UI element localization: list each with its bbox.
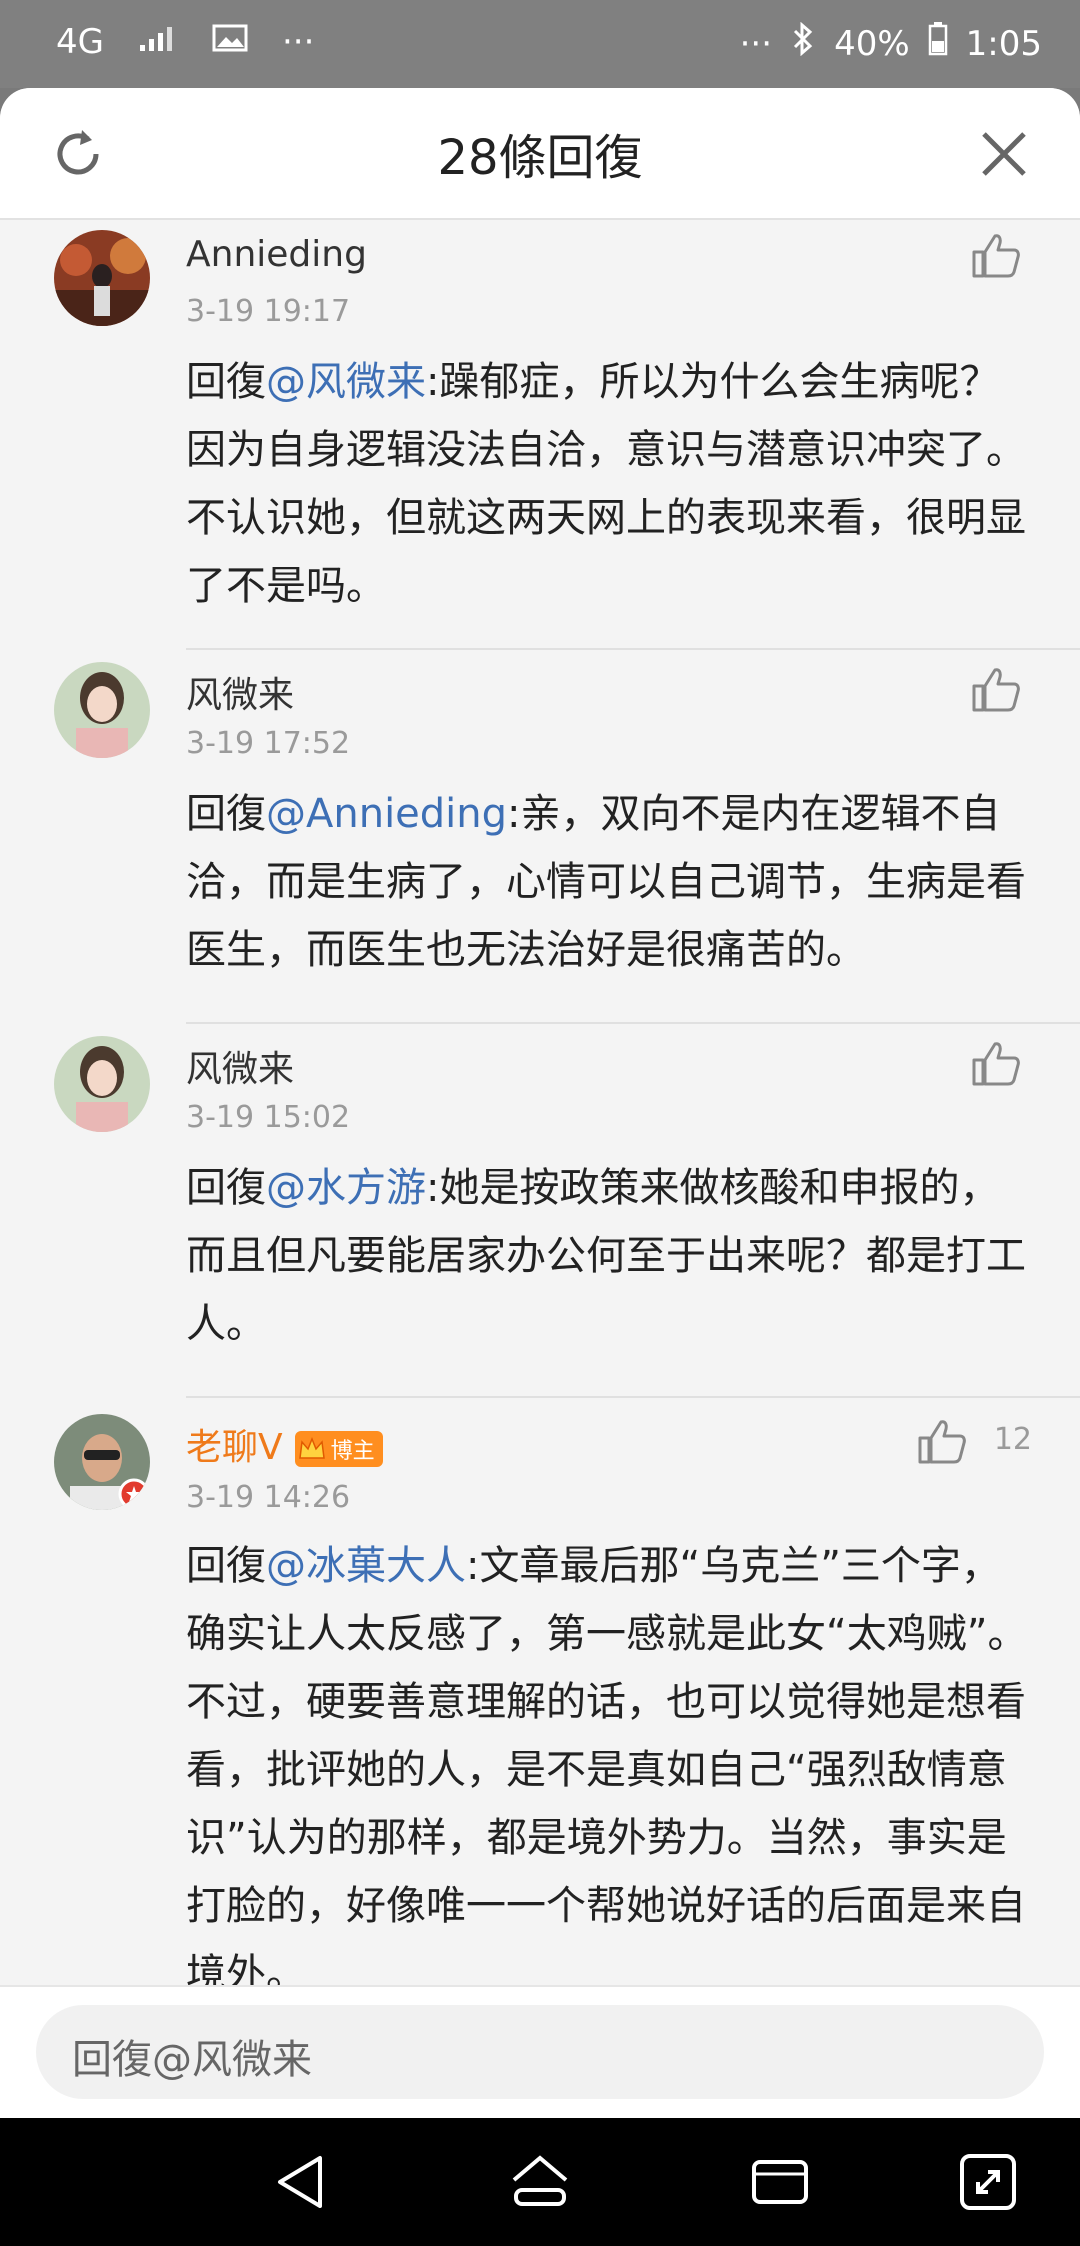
- avatar[interactable]: [54, 230, 150, 326]
- comment-text: 回復@Annieding:亲，双向不是内在逻辑不自洽，而是生病了，心情可以自己调…: [186, 780, 1032, 984]
- author-name-text[interactable]: 老聊V: [186, 1427, 283, 1468]
- thumbs-up-icon[interactable]: [916, 1416, 968, 1468]
- close-icon[interactable]: [976, 126, 1032, 182]
- comment-text: 回復@冰菓大人:文章最后那“乌克兰”三个字，确实让人太反感了，第一感就是此女“太…: [186, 1532, 1032, 2008]
- system-nav-bar: [0, 2118, 1080, 2246]
- thumbs-up-icon[interactable]: [970, 1038, 1022, 1090]
- author-name[interactable]: 风微来: [186, 1040, 294, 1092]
- comment-content: :文章最后那“乌克兰”三个字，确实让人太反感了，第一感就是此女“太鸡贼”。不过，…: [186, 1543, 1028, 1997]
- more-status: ···: [739, 23, 773, 64]
- author-name[interactable]: 风微来: [186, 666, 294, 718]
- reply-input-bar: 回復@风微来: [0, 1985, 1080, 2120]
- badge-label: 博主: [330, 1439, 375, 1464]
- comment-time: 3-19 14:26: [186, 1480, 351, 1515]
- battery-level: 40%: [834, 23, 910, 64]
- avatar[interactable]: [54, 662, 150, 758]
- mention-link[interactable]: @风微来: [266, 359, 426, 405]
- network-type: 4G: [56, 22, 104, 62]
- status-bar: 4G ··· ··· 40% 1:05: [0, 0, 1080, 88]
- thumbs-up-icon[interactable]: [970, 664, 1022, 716]
- reply-prefix: 回復: [186, 359, 266, 405]
- mention-link[interactable]: @冰菓大人: [266, 1543, 466, 1589]
- sheet-header: 28條回復: [0, 88, 1080, 220]
- reply-input[interactable]: 回復@风微来: [36, 2005, 1044, 2099]
- reply-prefix: 回復: [186, 791, 266, 837]
- author-name[interactable]: Annieding: [186, 234, 367, 275]
- reply-prefix: 回復: [186, 1165, 266, 1211]
- replies-sheet: 28條回復 Annieding 3-19 19:17 回復@风微来:躁郁症，所以…: [0, 88, 1080, 2118]
- comment-text: 回復@风微来:躁郁症，所以为什么会生病呢？因为自身逻辑没法自洽，意识与潜意识冲突…: [186, 348, 1032, 620]
- comment-time: 3-19 15:02: [186, 1100, 351, 1135]
- home-icon[interactable]: [508, 2150, 572, 2214]
- comment-list[interactable]: Annieding 3-19 19:17 回復@风微来:躁郁症，所以为什么会生病…: [0, 220, 1080, 2070]
- avatar[interactable]: [54, 1036, 150, 1132]
- thumbs-up-icon[interactable]: [970, 230, 1022, 282]
- reply-input-placeholder: 回復@风微来: [72, 2037, 312, 2083]
- avatar[interactable]: [54, 1414, 150, 1510]
- sheet-title: 28條回復: [437, 130, 643, 186]
- mention-link[interactable]: @水方游: [266, 1165, 426, 1211]
- mention-link[interactable]: @Annieding: [266, 791, 507, 837]
- more-notifications: ···: [281, 22, 315, 62]
- comment-text: 回復@水方游:她是按政策来做核酸和申报的，而且但凡要能居家办公何至于出来呢？都是…: [186, 1154, 1032, 1358]
- comment-item: Annieding 3-19 19:17 回復@风微来:躁郁症，所以为什么会生病…: [0, 220, 1080, 650]
- author-name[interactable]: 老聊V 博主: [186, 1418, 383, 1470]
- comment-time: 3-19 17:52: [186, 726, 351, 761]
- comment-time: 3-19 19:17: [186, 294, 351, 329]
- back-icon[interactable]: [270, 2150, 334, 2214]
- like-count: 12: [993, 1422, 1032, 1457]
- crown-icon: [297, 1434, 327, 1464]
- reply-prefix: 回復: [186, 1543, 266, 1589]
- battery-icon: [928, 22, 948, 65]
- recents-icon[interactable]: [748, 2150, 812, 2214]
- bluetooth-icon: [790, 21, 816, 65]
- clock: 1:05: [965, 23, 1042, 64]
- signal-icon: [138, 23, 178, 61]
- comment-item: 风微来 3-19 17:52 回復@Annieding:亲，双向不是内在逻辑不自…: [0, 650, 1080, 1024]
- comment-item: 老聊V 博主 3-19 14:26 12 回復@冰菓大人:文章最后那“乌克兰”三个…: [0, 1398, 1080, 2070]
- rotate-icon[interactable]: [956, 2150, 1020, 2214]
- blogger-badge: 博主: [294, 1431, 383, 1467]
- comment-item: 风微来 3-19 15:02 回復@水方游:她是按政策来做核酸和申报的，而且但凡…: [0, 1024, 1080, 1398]
- image-icon: [212, 22, 248, 62]
